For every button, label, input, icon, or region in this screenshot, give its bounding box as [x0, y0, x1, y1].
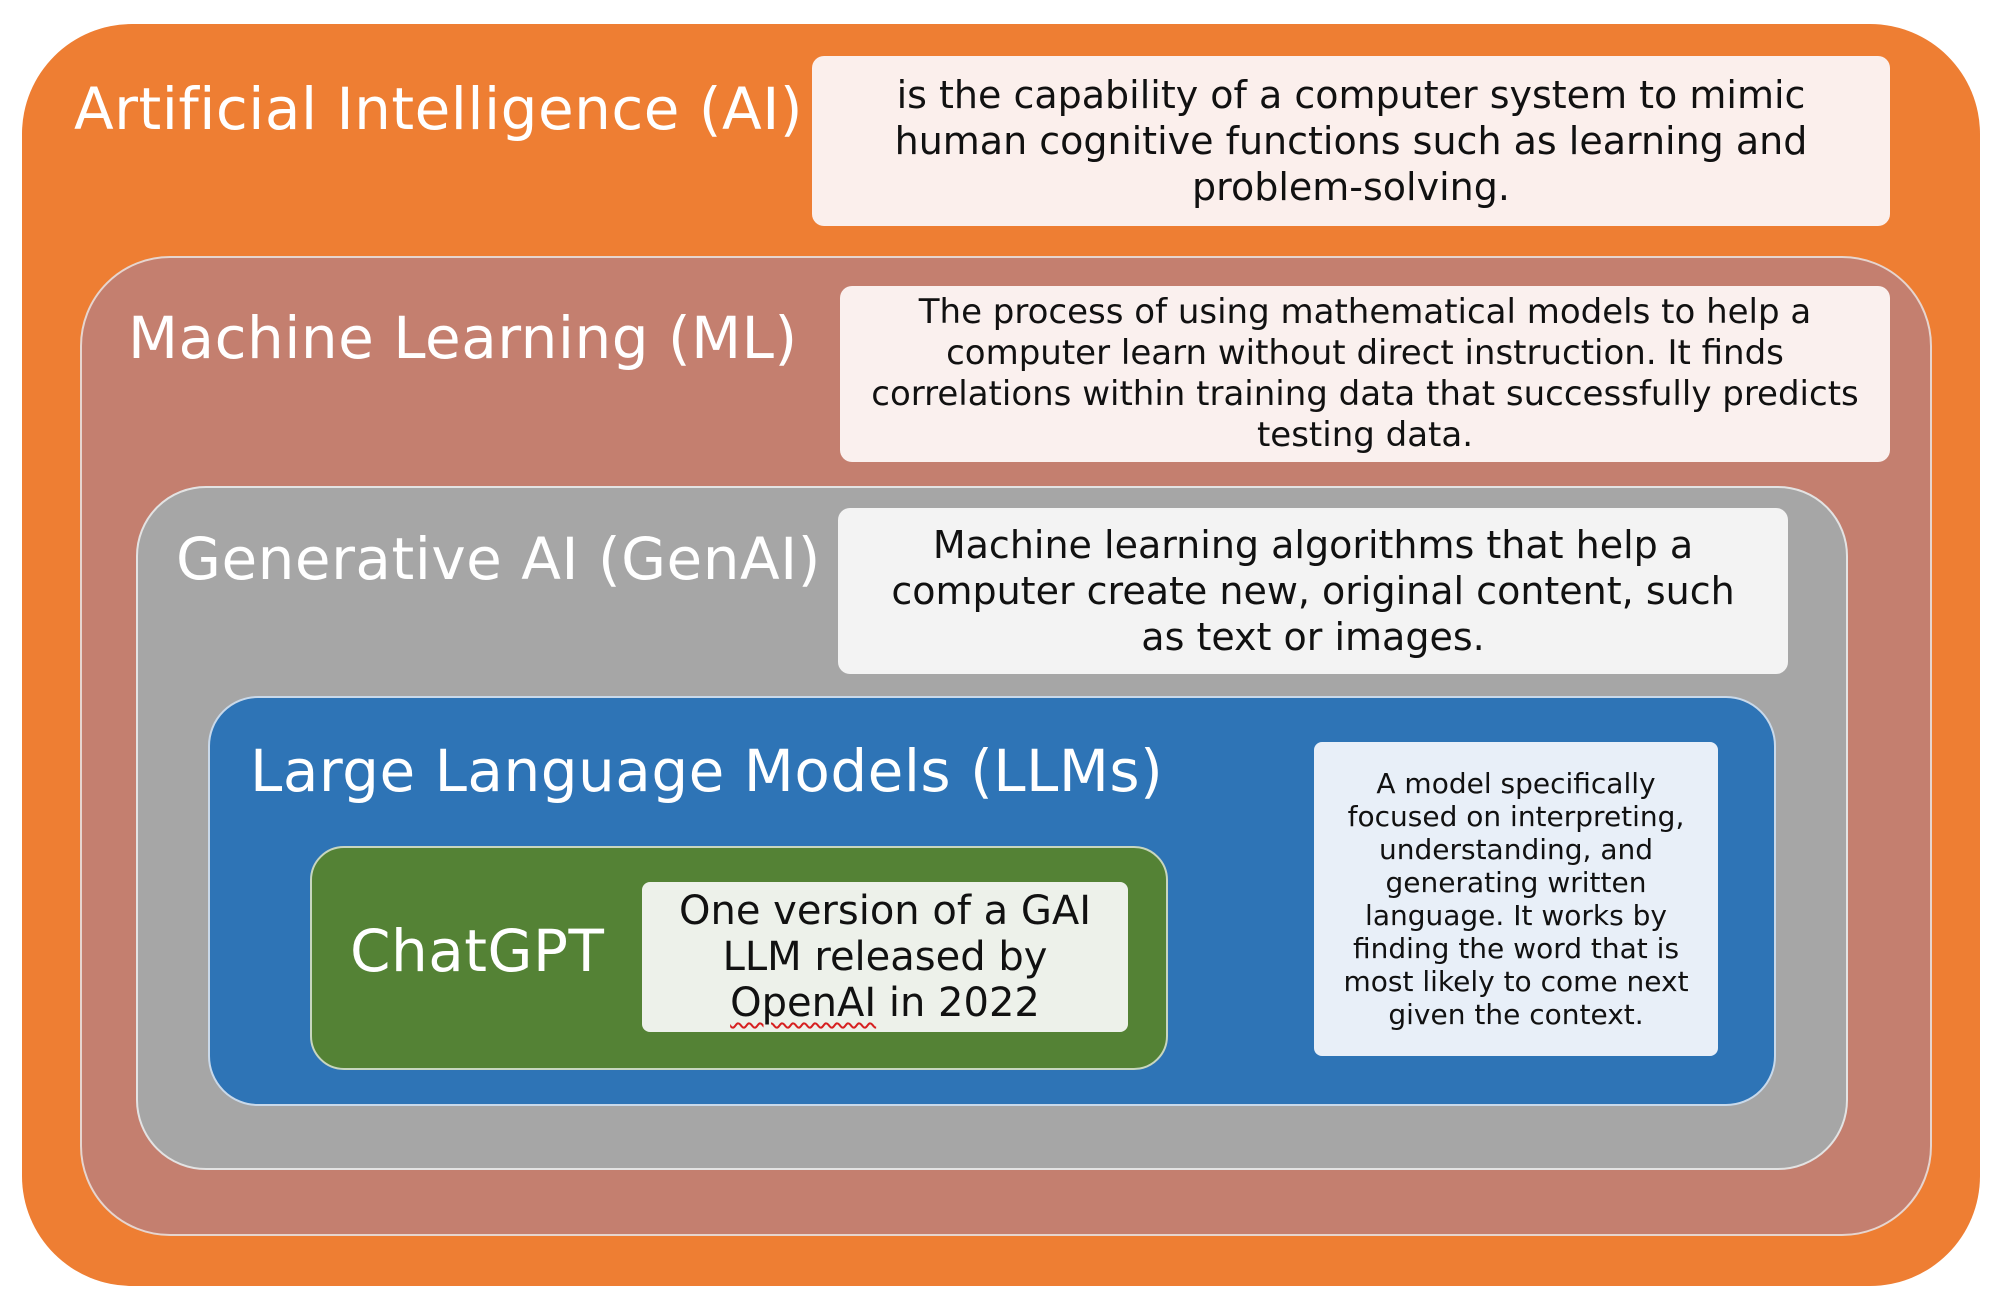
ml-description: The process of using mathematical models… [840, 286, 1890, 462]
genai-title: Generative AI (GenAI) [176, 525, 821, 593]
ml-description-text: The process of using mathematical models… [871, 292, 1859, 455]
ml-title: Machine Learning (ML) [128, 304, 798, 372]
chatgpt-title: ChatGPT [350, 917, 605, 985]
chatgpt-description: One version of a GAI LLM released by Ope… [642, 882, 1128, 1032]
chatgpt-description-main: One version of a GAI LLM released by [678, 888, 1092, 980]
release-year-text: in 2022 [888, 980, 1040, 1026]
chatgpt-description-text: One version of a GAI LLM released by Ope… [662, 888, 1108, 1026]
genai-description: Machine learning algorithms that help a … [838, 508, 1788, 674]
brand-name: OpenAI [730, 980, 877, 1026]
chatgpt-description-tail: OpenAI in 2022 [730, 980, 1040, 1026]
ai-title: Artificial Intelligence (AI) [74, 75, 803, 143]
genai-description-text: Machine learning algorithms that help a … [891, 523, 1735, 659]
ai-description-text: is the capability of a computer system t… [894, 73, 1808, 209]
llm-description: A model specifically focused on interpre… [1314, 742, 1718, 1056]
llm-title: Large Language Models (LLMs) [250, 737, 1164, 805]
ai-description: is the capability of a computer system t… [812, 56, 1890, 226]
llm-description-text: A model specifically focused on interpre… [1343, 767, 1689, 1031]
